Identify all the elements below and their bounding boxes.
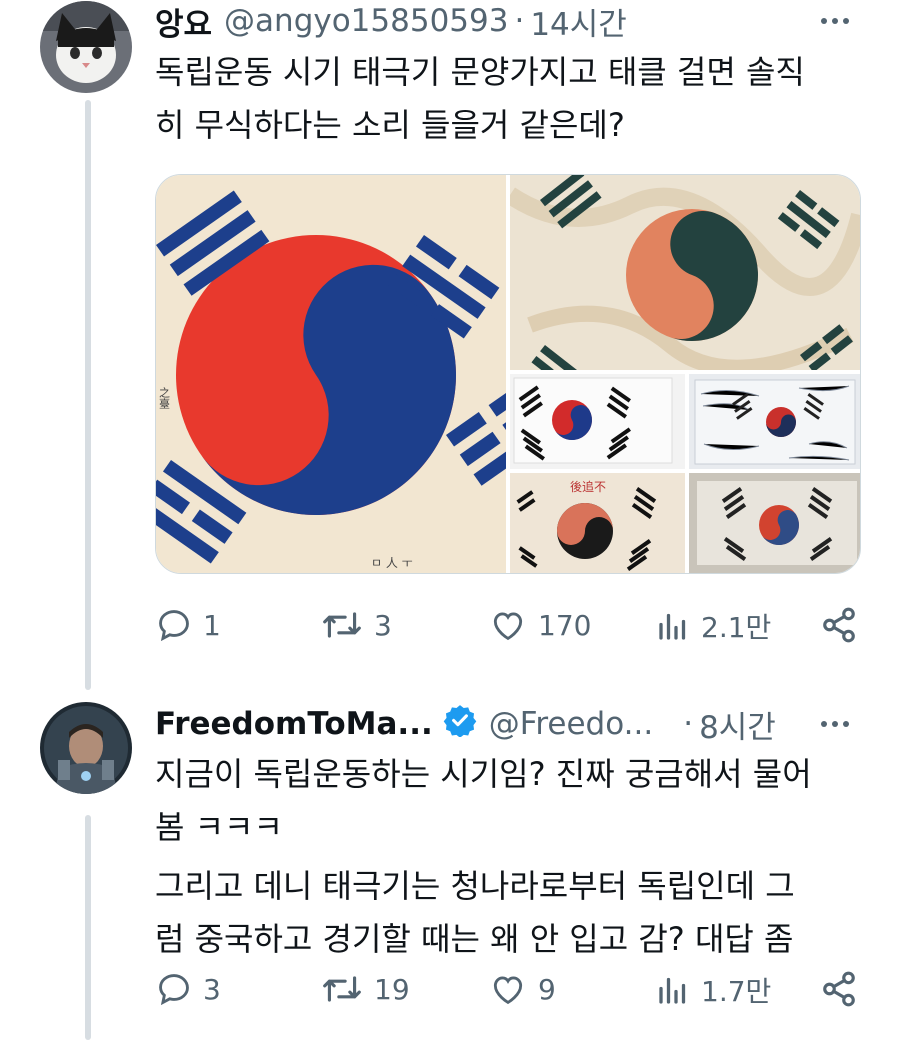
flag-inscription-top: 後追不 xyxy=(570,479,606,494)
flag-photo-small-1[interactable] xyxy=(510,374,685,469)
views-icon xyxy=(659,613,686,640)
flag-photo-small-4[interactable] xyxy=(689,473,860,573)
avatar-angyo[interactable] xyxy=(40,1,132,93)
like-icon xyxy=(493,612,523,641)
share-icon xyxy=(823,971,855,1007)
retweet-count: 3 xyxy=(374,608,392,642)
views-count: 2.1만 xyxy=(701,611,772,644)
tweet1-actions: 1 3 170 2.1만 xyxy=(155,600,865,650)
like-count: 170 xyxy=(538,608,592,642)
tweet2-text: 지금이 독립운동하는 시기임? 진짜 궁금해서 물어 봄 ㅋㅋㅋ 그리고 데니 … xyxy=(155,748,812,966)
reply-count: 1 xyxy=(203,608,221,642)
separator-dot: · xyxy=(514,3,525,39)
share-button[interactable] xyxy=(820,606,858,644)
views-button[interactable]: 1.7만 xyxy=(655,970,771,1010)
tweet-text-line: 럼 중국하고 경기할 때는 왜 안 입고 감? 대답 좀 xyxy=(155,920,794,958)
separator-dot: · xyxy=(683,706,694,742)
tweet-text-line: 지금이 독립운동하는 시기임? 진짜 궁금해서 물어 xyxy=(155,755,812,793)
like-button[interactable]: 9 xyxy=(488,970,556,1008)
reply-icon xyxy=(159,610,189,642)
media-divider xyxy=(506,175,510,573)
display-name[interactable]: FreedomToMa... xyxy=(155,706,433,742)
flag-photo-aged[interactable] xyxy=(510,175,860,370)
avatar-freedomtoma[interactable] xyxy=(40,702,132,794)
flag-inscription-bottom: ㅁ 人 ㅜ xyxy=(371,556,413,570)
verified-badge-icon xyxy=(443,703,477,745)
tweet2-actions: 3 19 9 1.7만 xyxy=(155,970,865,1020)
timestamp[interactable]: 8시간 xyxy=(699,702,776,747)
more-icon[interactable] xyxy=(821,721,849,727)
tweet2-header: FreedomToMa... @Freedo... · 8시간 xyxy=(155,702,776,747)
tweet-text-line: 봄 ㅋㅋㅋ xyxy=(155,808,283,846)
flag-inscription-side: 之臺 xyxy=(158,386,171,409)
more-icon[interactable] xyxy=(821,18,849,24)
like-button[interactable]: 170 xyxy=(488,606,591,644)
flag-photo-main[interactable]: 之臺 ㅁ 人 ㅜ xyxy=(156,175,506,573)
flag-photo-small-2[interactable] xyxy=(689,374,860,469)
media-grid[interactable]: 之臺 ㅁ 人 ㅜ 後追不 xyxy=(155,174,861,574)
retweet-icon xyxy=(323,976,361,1002)
user-handle[interactable]: @Freedo... xyxy=(489,706,653,742)
share-button[interactable] xyxy=(820,970,858,1008)
views-count: 1.7만 xyxy=(701,975,772,1008)
like-count: 9 xyxy=(538,972,556,1006)
media-divider xyxy=(510,469,860,473)
thread-line xyxy=(85,100,91,690)
user-handle[interactable]: @angyo15850593 xyxy=(224,3,508,39)
retweet-icon xyxy=(323,612,361,638)
retweet-count: 19 xyxy=(374,972,410,1006)
views-icon xyxy=(659,977,686,1004)
display-name[interactable]: 앙요 xyxy=(155,0,212,44)
tweet-text-line: 그리고 데니 태극기는 청나라로부터 독립인데 그 xyxy=(155,867,795,905)
reply-button[interactable]: 3 xyxy=(155,970,221,1008)
reply-count: 3 xyxy=(203,972,221,1006)
tweet1-header: 앙요 @angyo15850593 · 14시간 xyxy=(155,0,627,44)
timestamp[interactable]: 14시간 xyxy=(530,0,627,44)
retweet-button[interactable]: 19 xyxy=(320,970,410,1008)
reply-icon xyxy=(159,974,189,1006)
retweet-button[interactable]: 3 xyxy=(320,606,392,644)
like-icon xyxy=(493,976,523,1005)
thread-line-2 xyxy=(85,815,91,1040)
media-divider xyxy=(685,374,689,573)
tweet-text-line: 히 무식하다는 소리 들을거 같은데? xyxy=(155,106,625,144)
tweet1-text: 독립운동 시기 태극기 문양가지고 태클 걸면 솔직 히 무식하다는 소리 들을… xyxy=(155,46,805,152)
flag-photo-small-3[interactable]: 後追不 xyxy=(510,473,685,573)
share-icon xyxy=(823,607,855,643)
tweet-text-line: 독립운동 시기 태극기 문양가지고 태클 걸면 솔직 xyxy=(155,53,805,91)
views-button[interactable]: 2.1만 xyxy=(655,606,771,646)
reply-button[interactable]: 1 xyxy=(155,606,221,644)
